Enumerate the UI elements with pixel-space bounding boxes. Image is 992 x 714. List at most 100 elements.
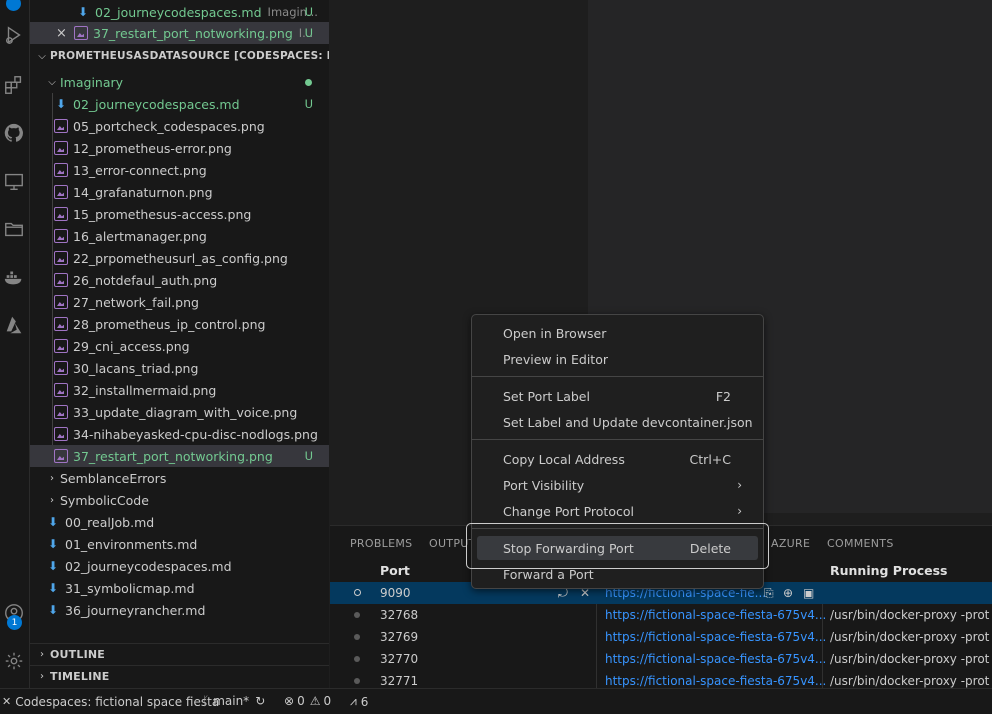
running-process: /usr/bin/docker-proxy -prot xyxy=(830,608,990,622)
folder-symbolic-code[interactable]: › SymbolicCode xyxy=(30,489,329,511)
tab-problems[interactable]: PROBLEMS xyxy=(350,537,412,550)
file-name: 33_update_diagram_with_voice.png xyxy=(73,404,298,420)
file-item[interactable]: 29_cni_access.png xyxy=(30,335,329,357)
problems-indicator[interactable]: ⊗ 0 ⚠ 0 xyxy=(284,694,331,708)
open-editor-item[interactable]: ⬇ 02_journeycodespaces.md Imagin... U xyxy=(30,1,329,23)
open-editor-item-active[interactable]: × 37_restart_port_notworking.png I... U xyxy=(30,22,329,44)
markdown-file-icon: ⬇ xyxy=(47,581,59,595)
menu-set-port-label[interactable]: Set Port Label F2 xyxy=(477,384,758,408)
menu-separator xyxy=(472,439,763,440)
image-file-icon xyxy=(54,317,68,331)
file-item[interactable]: ⬇ 00_realJob.md xyxy=(30,511,329,533)
column-port[interactable]: Port xyxy=(380,563,410,578)
menu-copy-local-address[interactable]: Copy Local Address Ctrl+C xyxy=(477,447,758,471)
file-item[interactable]: ⬇ 02_journeycodespaces.md U xyxy=(30,93,329,115)
file-item[interactable]: 22_prpometheusurl_as_config.png xyxy=(30,247,329,269)
accounts-icon[interactable]: 1 xyxy=(0,598,28,630)
file-item[interactable]: ⬇ 02_journeycodespaces.md xyxy=(30,555,329,577)
globe-icon[interactable]: ⊕ xyxy=(783,586,793,600)
workspace-header[interactable]: ⌵ PROMETHEUSASDATASOURCE [CODESPACES: FI… xyxy=(30,45,329,67)
menu-set-label-devcontainer[interactable]: Set Label and Update devcontainer.json xyxy=(477,410,758,434)
copy-icon[interactable]: ⎘ xyxy=(764,586,774,601)
branch-name: main* xyxy=(213,694,250,708)
markdown-file-icon: ⬇ xyxy=(47,515,59,529)
settings-icon[interactable] xyxy=(0,646,28,676)
image-file-icon xyxy=(54,119,68,133)
file-item[interactable]: 28_prometheus_ip_control.png xyxy=(30,313,329,335)
file-item[interactable]: 12_prometheus-error.png xyxy=(30,137,329,159)
file-item[interactable]: 33_update_diagram_with_voice.png xyxy=(30,401,329,423)
file-item[interactable]: 15_promethesus-access.png xyxy=(30,203,329,225)
folder-name: Imaginary xyxy=(60,74,124,90)
azure-icon[interactable] xyxy=(0,310,28,340)
tab-azure[interactable]: AZURE xyxy=(771,537,810,550)
error-count: 0 xyxy=(297,694,305,708)
remote-indicator[interactable]: ✕ Codespaces: fictional space fiesta xyxy=(0,689,227,714)
menu-open-in-browser[interactable]: Open in Browser xyxy=(477,321,758,345)
markdown-file-icon: ⬇ xyxy=(77,5,89,19)
forwarded-address-link[interactable]: https://fictional-space-fiesta-675v4... xyxy=(605,652,826,666)
file-name: 05_portcheck_codespaces.png xyxy=(73,118,265,134)
chevron-right-icon: › xyxy=(40,649,44,660)
file-item[interactable]: 13_error-connect.png xyxy=(30,159,329,181)
forwarded-address-link[interactable]: https://fictional-space-fiesta-675v4... xyxy=(605,674,826,688)
github-icon[interactable] xyxy=(0,118,28,148)
close-icon[interactable]: × xyxy=(56,26,74,41)
file-item[interactable]: 37_restart_port_notworking.png U xyxy=(30,445,329,467)
markdown-file-icon: ⬇ xyxy=(47,537,59,551)
file-name: 02_journeycodespaces.md xyxy=(73,96,240,112)
preview-icon[interactable]: ▣ xyxy=(803,586,814,600)
port-row[interactable]: 32770 https://fictional-space-fiesta-675v… xyxy=(330,648,992,670)
menu-port-visibility[interactable]: Port Visibility › xyxy=(477,473,758,497)
port-number: 32770 xyxy=(380,652,419,666)
folders-icon[interactable] xyxy=(0,214,28,244)
activity-bar: 1 xyxy=(0,0,30,688)
folder-name: SymbolicCode xyxy=(60,492,149,508)
forwarded-address-link[interactable]: https://fictional-space-fiesta-675v4... xyxy=(605,608,826,622)
file-item[interactable]: 16_alertmanager.png xyxy=(30,225,329,247)
menu-focus-outline xyxy=(466,523,769,569)
port-row[interactable]: 32769 https://fictional-space-fiesta-675v… xyxy=(330,626,992,648)
image-file-icon xyxy=(54,185,68,199)
status-bar: ✕ Codespaces: fictional space fiesta ᚴ m… xyxy=(0,688,992,714)
forwarded-address-link[interactable]: https://fictional-space-fiesta-675v4... xyxy=(605,630,826,644)
port-row[interactable]: 32768 https://fictional-space-fiesta-675v… xyxy=(330,604,992,626)
folder-imaginary[interactable]: ⌵ Imaginary xyxy=(30,71,329,93)
branch-indicator[interactable]: ᚴ main* ↻ xyxy=(202,694,265,708)
file-item[interactable]: 26_notdefaul_auth.png xyxy=(30,269,329,291)
outline-section[interactable]: › OUTLINE xyxy=(30,643,329,665)
explorer-sidebar: ⬇ 02_journeycodespaces.md Imagin... U × … xyxy=(30,0,329,688)
file-item[interactable]: 30_lacans_triad.png xyxy=(30,357,329,379)
menu-change-port-protocol[interactable]: Change Port Protocol › xyxy=(477,499,758,523)
file-item[interactable]: 27_network_fail.png xyxy=(30,291,329,313)
file-item[interactable]: ⬇ 36_journeyrancher.md xyxy=(30,599,329,621)
tab-comments[interactable]: COMMENTS xyxy=(827,537,894,550)
run-debug-icon[interactable] xyxy=(0,20,28,50)
column-running-process[interactable]: Running Process xyxy=(830,563,948,578)
file-item[interactable]: 05_portcheck_codespaces.png xyxy=(30,115,329,137)
image-file-icon xyxy=(54,339,68,353)
folder-semblance-errors[interactable]: › SemblanceErrors xyxy=(30,467,329,489)
file-item[interactable]: 32_installmermaid.png xyxy=(30,379,329,401)
timeline-section[interactable]: › TIMELINE xyxy=(30,665,329,687)
docker-icon[interactable] xyxy=(0,262,28,292)
file-name: 02_journeycodespaces.md xyxy=(65,558,232,574)
port-status-dot xyxy=(354,678,360,684)
file-name: 32_installmermaid.png xyxy=(73,382,217,398)
menu-label: Port Visibility xyxy=(503,477,585,493)
menu-preview-in-editor[interactable]: Preview in Editor xyxy=(477,347,758,371)
file-item[interactable]: ⬇ 01_environments.md xyxy=(30,533,329,555)
image-file-icon xyxy=(54,449,68,463)
remote-explorer-icon[interactable] xyxy=(0,166,28,196)
file-item[interactable]: 14_grafanaturnon.png xyxy=(30,181,329,203)
sync-icon[interactable]: ↻ xyxy=(255,694,265,708)
ports-indicator[interactable]: ⩘ 6 xyxy=(350,694,368,709)
menu-shortcut: Ctrl+C xyxy=(689,451,731,467)
file-item[interactable]: 34-nihabeyasked-cpu-disc-nodlogs.png xyxy=(30,423,329,445)
menu-shortcut: F2 xyxy=(715,388,731,404)
extensions-icon[interactable] xyxy=(0,70,28,100)
file-item[interactable]: ⬇ 31_symbolicmap.md xyxy=(30,577,329,599)
source-control-badge[interactable] xyxy=(0,0,28,18)
file-name: 02_journeycodespaces.md xyxy=(95,4,262,20)
file-name: 00_realJob.md xyxy=(65,514,155,530)
